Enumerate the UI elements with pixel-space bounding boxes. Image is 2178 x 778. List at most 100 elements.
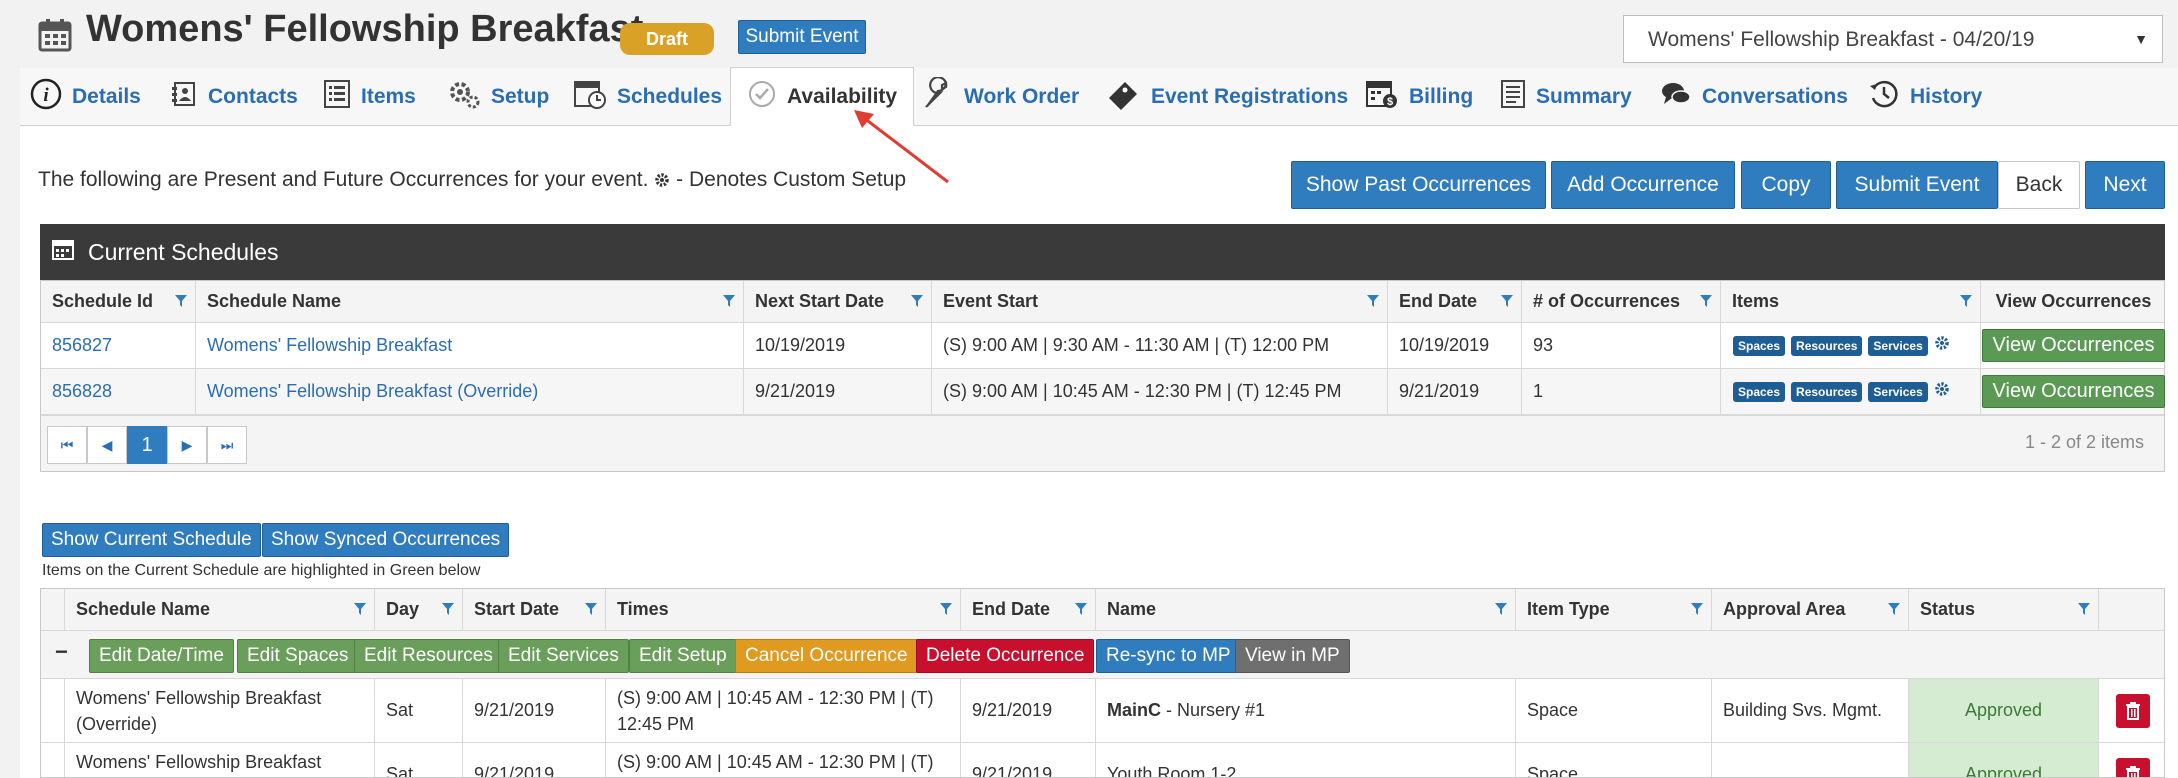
column-header[interactable]: Approval Area bbox=[1712, 589, 1909, 630]
name-rest: - Nursery #1 bbox=[1161, 700, 1266, 720]
view-occurrences-button[interactable]: View Occurrences bbox=[1981, 375, 2166, 408]
edit-services-button[interactable]: Edit Services bbox=[498, 639, 629, 673]
submit-event-button[interactable]: Submit Event bbox=[1836, 161, 1998, 209]
column-header[interactable]: Name bbox=[1096, 589, 1516, 630]
filter-icon[interactable] bbox=[1501, 295, 1513, 307]
delete-occurrence-button[interactable]: Delete Occurrence bbox=[916, 639, 1095, 673]
filter-icon[interactable] bbox=[2078, 603, 2090, 615]
filter-icon[interactable] bbox=[940, 603, 952, 615]
column-header[interactable]: Start Date bbox=[463, 589, 606, 630]
column-label: Schedule Name bbox=[207, 291, 342, 311]
collapse-toggle[interactable]: − bbox=[55, 639, 68, 665]
next-page-button[interactable]: ▶ bbox=[167, 426, 207, 464]
approval-area-cell: Building Svs. Mgmt. bbox=[1712, 679, 1909, 742]
show-synced-occurrences-button[interactable]: Show Synced Occurrences bbox=[262, 523, 510, 557]
tab-billing[interactable]: $ Billing bbox=[1365, 68, 1473, 126]
filter-icon[interactable] bbox=[175, 295, 187, 307]
tab-contacts[interactable]: Contacts bbox=[170, 68, 298, 126]
column-header[interactable]: Item Type bbox=[1516, 589, 1712, 630]
end-date-cell: 9/21/2019 bbox=[961, 743, 1096, 777]
column-header[interactable]: Times bbox=[606, 589, 961, 630]
filter-icon[interactable] bbox=[1691, 603, 1703, 615]
column-label: Day bbox=[386, 599, 420, 619]
filter-icon[interactable] bbox=[354, 603, 366, 615]
item-type-cell: Space bbox=[1516, 679, 1712, 742]
schedule-name-link[interactable]: Womens' Fellowship Breakfast bbox=[207, 335, 452, 356]
page-button[interactable]: 1 bbox=[127, 426, 167, 464]
tab-items[interactable]: Items bbox=[323, 68, 416, 126]
tab-schedules[interactable]: Schedules bbox=[573, 68, 722, 126]
trash-icon[interactable] bbox=[2115, 693, 2150, 728]
column-header[interactable]: Schedule Id bbox=[41, 281, 196, 322]
schedule-id-cell[interactable]: 856827 bbox=[41, 323, 196, 368]
row-spacer bbox=[41, 743, 65, 777]
schedule-name-cell[interactable]: Womens' Fellowship Breakfast bbox=[196, 323, 744, 368]
copy-button[interactable]: Copy bbox=[1741, 161, 1831, 209]
resources-chip[interactable]: Resources bbox=[1791, 381, 1863, 402]
spaces-chip[interactable]: Spaces bbox=[1733, 335, 1786, 356]
services-chip[interactable]: Services bbox=[1868, 335, 1928, 356]
submit-event-top-button[interactable]: Submit Event bbox=[738, 20, 866, 54]
column-header: View Occurrences bbox=[1981, 281, 2166, 322]
schedule-id-link[interactable]: 856828 bbox=[52, 381, 112, 402]
column-header[interactable]: Day bbox=[375, 589, 463, 630]
schedule-id-cell[interactable]: 856828 bbox=[41, 369, 196, 414]
filter-icon[interactable] bbox=[1960, 295, 1972, 307]
filter-icon[interactable] bbox=[723, 295, 735, 307]
next-button[interactable]: Next bbox=[2085, 161, 2165, 209]
trash-icon[interactable] bbox=[2115, 757, 2150, 777]
add-occurrence-button[interactable]: Add Occurrence bbox=[1551, 161, 1735, 209]
back-button[interactable]: Back bbox=[1998, 161, 2080, 209]
tab-setup[interactable]: Setup bbox=[447, 68, 549, 126]
cancel-occurrence-button[interactable]: Cancel Occurrence bbox=[735, 639, 918, 673]
schedule-name-cell[interactable]: Womens' Fellowship Breakfast (Override) bbox=[196, 369, 744, 414]
column-header[interactable]: Schedule Name bbox=[196, 281, 744, 322]
times-cell: (S) 9:00 AM | 10:45 AM - 12:30 PM | (T) … bbox=[606, 679, 961, 742]
last-page-button[interactable]: ⏭ bbox=[207, 426, 247, 464]
filter-icon[interactable] bbox=[1700, 295, 1712, 307]
services-chip[interactable]: Services bbox=[1868, 381, 1928, 402]
prev-page-button[interactable]: ◀ bbox=[87, 426, 127, 464]
filter-icon[interactable] bbox=[585, 603, 597, 615]
view-occurrences-button[interactable]: View Occurrences bbox=[1981, 329, 2166, 362]
column-header[interactable]: Next Start Date bbox=[744, 281, 932, 322]
edit-spaces-button[interactable]: Edit Spaces bbox=[237, 639, 359, 673]
tab-event-registrations[interactable]: Event Registrations bbox=[1105, 68, 1348, 126]
schedule-id-link[interactable]: 856827 bbox=[52, 335, 112, 356]
tab-summary[interactable]: Summary bbox=[1500, 68, 1632, 126]
column-header[interactable]: # of Occurrences bbox=[1522, 281, 1721, 322]
name-rest: Youth Room 1-2 bbox=[1107, 764, 1237, 778]
spaces-chip[interactable]: Spaces bbox=[1733, 381, 1786, 402]
first-page-button[interactable]: ⏮ bbox=[47, 426, 87, 464]
column-header[interactable]: Status bbox=[1909, 589, 2099, 630]
view-in-mp-button[interactable]: View in MP bbox=[1235, 639, 1350, 673]
filter-icon[interactable] bbox=[1495, 603, 1507, 615]
current-schedules-grid: Schedule Id Schedule Name Next Start Dat… bbox=[40, 280, 2166, 472]
edit-setup-button[interactable]: Edit Setup bbox=[629, 639, 737, 673]
filter-icon[interactable] bbox=[1888, 603, 1900, 615]
tab-label: Conversations bbox=[1702, 85, 1848, 108]
column-header[interactable]: Event Start bbox=[932, 281, 1388, 322]
chat-icon bbox=[1660, 79, 1692, 115]
tab-details[interactable]: i Details bbox=[30, 68, 141, 126]
grid-header-row: Schedule Name Day Start Date Times End D… bbox=[41, 589, 2164, 631]
occurrence-select[interactable]: Womens' Fellowship Breakfast - 04/20/19 … bbox=[1623, 15, 2163, 63]
show-past-occurrences-button[interactable]: Show Past Occurrences bbox=[1291, 161, 1546, 209]
tab-conversations[interactable]: Conversations bbox=[1660, 68, 1848, 126]
tab-history[interactable]: History bbox=[1868, 68, 1982, 126]
column-header[interactable]: End Date bbox=[1388, 281, 1522, 322]
edit-date-time-button[interactable]: Edit Date/Time bbox=[89, 639, 234, 673]
resync-mp-button[interactable]: Re-sync to MP bbox=[1096, 639, 1241, 673]
column-header[interactable]: Schedule Name bbox=[65, 589, 375, 630]
resources-chip[interactable]: Resources bbox=[1791, 335, 1863, 356]
filter-icon[interactable] bbox=[442, 603, 454, 615]
column-header[interactable]: End Date bbox=[961, 589, 1096, 630]
filter-icon[interactable] bbox=[1075, 603, 1087, 615]
column-header[interactable]: Items bbox=[1721, 281, 1981, 322]
show-current-schedule-button[interactable]: Show Current Schedule bbox=[42, 523, 261, 557]
edit-resources-button[interactable]: Edit Resources bbox=[354, 639, 503, 673]
items-cell: Spaces Resources Services bbox=[1721, 369, 1981, 414]
filter-icon[interactable] bbox=[1367, 295, 1379, 307]
filter-icon[interactable] bbox=[911, 295, 923, 307]
schedule-name-link[interactable]: Womens' Fellowship Breakfast (Override) bbox=[207, 381, 538, 402]
